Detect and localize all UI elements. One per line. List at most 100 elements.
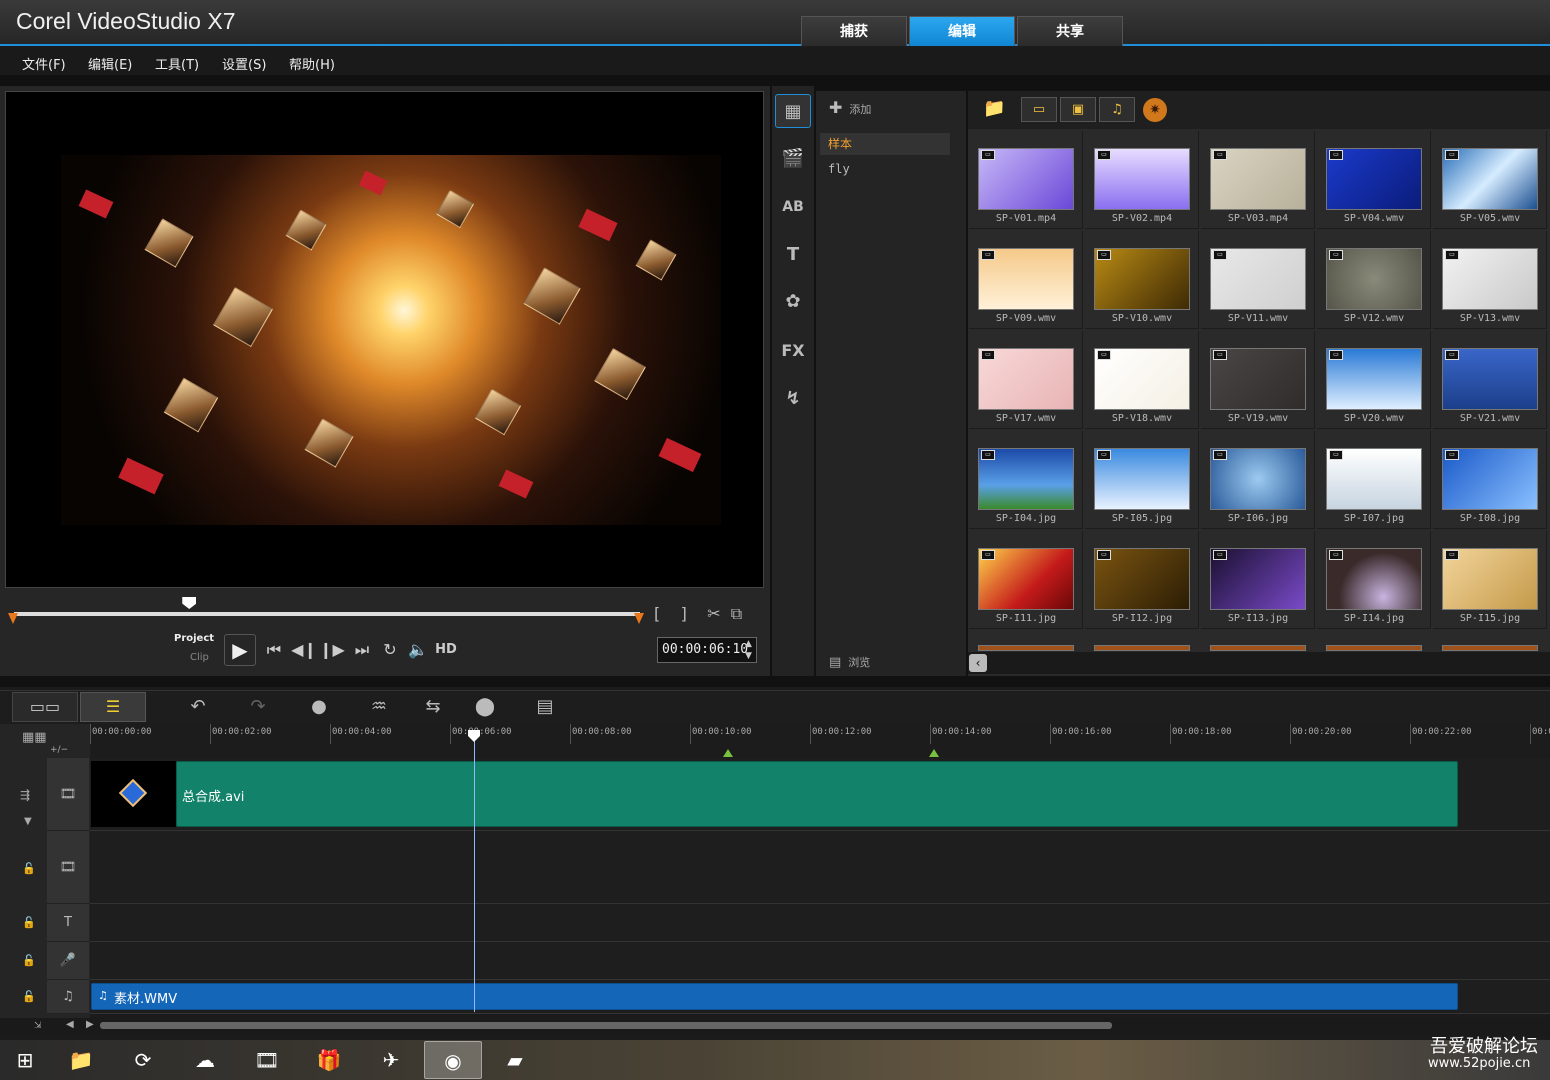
overlay-track-icon[interactable]: 🎞 (47, 831, 89, 904)
scroll-left-icon[interactable]: ‹ (969, 654, 987, 672)
instant-project-icon[interactable]: 🎬 (775, 142, 811, 176)
cloud-app-icon[interactable]: ☁ (176, 1041, 234, 1079)
go-to-start-icon[interactable]: ⏮ (260, 638, 288, 662)
menu-settings[interactable]: 设置(S) (222, 54, 266, 73)
add-folder-button[interactable]: ✚ 添加 (829, 98, 871, 117)
library-thumbnail[interactable]: ▭ SP-V09.wmv (969, 231, 1083, 329)
motion-tracking-icon[interactable]: ⬤ (470, 694, 500, 720)
redo-icon[interactable]: ↷ (243, 694, 273, 720)
timeline-scrollbar[interactable] (100, 1022, 1112, 1029)
auto-music-icon[interactable]: ⇆ (418, 694, 448, 720)
mode-clip[interactable]: Clip (190, 652, 209, 663)
repeat-icon[interactable]: ↻ (376, 638, 404, 662)
library-thumbnail[interactable]: ▭ SP-I11.jpg (969, 531, 1083, 629)
filter-video-icon[interactable]: ▭ (1021, 97, 1057, 122)
library-thumbnail[interactable]: ▭ SP-V12.wmv (1317, 231, 1431, 329)
library-thumbnail[interactable]: ▭ SP-I13.jpg (1201, 531, 1315, 629)
menu-help[interactable]: 帮助(H) (289, 54, 335, 73)
library-scrollbar[interactable] (968, 652, 1550, 674)
filter-audio-icon[interactable]: ♫ (1099, 97, 1135, 122)
library-thumbnail[interactable]: ▭ SP-V05.wmv (1433, 131, 1547, 229)
transition-icon[interactable]: AB (775, 190, 811, 224)
mark-out-button[interactable]: ] (681, 604, 687, 623)
fit-project-icon[interactable]: ⇲ (34, 1021, 42, 1031)
library-thumbnail[interactable]: ▭ SP-I07.jpg (1317, 431, 1431, 529)
library-thumbnail[interactable]: ▭ SP-I08.jpg (1433, 431, 1547, 529)
voice-track-icon[interactable]: 🎤 (47, 942, 89, 980)
library-thumbnail[interactable]: ▭ SP-V17.wmv (969, 331, 1083, 429)
timecode-stepper-icon[interactable]: ▲ ▼ (745, 638, 752, 662)
sound-mixer-icon[interactable]: ♒ (364, 694, 394, 720)
library-thumbnail[interactable]: ▭ SP-I05.jpg (1085, 431, 1199, 529)
video-track-icon[interactable]: 🎞 (47, 758, 89, 831)
voice-track[interactable] (90, 942, 1550, 980)
title-track-icon[interactable]: T (47, 904, 89, 942)
browse-button[interactable]: ▤ 浏览 (829, 654, 870, 670)
mark-in-button[interactable]: [ (654, 604, 660, 623)
lock-icon[interactable]: 🔓 (22, 862, 36, 875)
scrub-bar[interactable] (14, 612, 640, 616)
tab-capture[interactable]: 捕获 (801, 16, 907, 46)
filter-photo-icon[interactable]: ▣ (1060, 97, 1096, 122)
library-thumbnail[interactable]: ▭ SP-I12.jpg (1085, 531, 1199, 629)
lock-icon[interactable]: 🔓 (22, 990, 36, 1003)
folder-fly[interactable]: fly (820, 158, 950, 180)
menu-file[interactable]: 文件(F) (22, 54, 66, 73)
library-thumbnail[interactable]: ▭ SP-V20.wmv (1317, 331, 1431, 429)
next-frame-icon[interactable]: ❙▶ (318, 638, 346, 662)
library-thumbnail[interactable]: ▭ SP-V19.wmv (1201, 331, 1315, 429)
library-thumbnail[interactable]: ▭ SP-V10.wmv (1085, 231, 1199, 329)
library-thumbnail[interactable]: ▭ SP-V21.wmv (1433, 331, 1547, 429)
timecode-field[interactable]: 00:00:06:10 (657, 637, 757, 663)
play-button[interactable]: ▶ (224, 634, 256, 666)
media-library-icon[interactable]: ▦ (775, 94, 811, 128)
chevron-down-icon[interactable]: ▼ (24, 816, 32, 827)
notes-app-icon[interactable]: ▰ (486, 1041, 544, 1079)
tab-edit[interactable]: 编辑 (909, 16, 1015, 46)
timeline-view-icon[interactable]: ☰ (80, 692, 146, 722)
library-thumbnail[interactable]: ▭ SP-V04.wmv (1317, 131, 1431, 229)
volume-icon[interactable]: 🔈 (404, 638, 432, 662)
library-thumbnail[interactable]: ▭ SP-V02.mp4 (1085, 131, 1199, 229)
folder-samples[interactable]: 样本 (820, 133, 950, 155)
path-icon[interactable]: ↯ (775, 382, 811, 416)
record-capture-icon[interactable]: ● (304, 694, 334, 720)
windows-start-icon[interactable]: ⊞ (0, 1041, 50, 1079)
enlarge-preview-icon[interactable]: ⧉ (731, 604, 742, 623)
menu-tools[interactable]: 工具(T) (155, 54, 199, 73)
videostudio-app-icon[interactable]: ◉ (424, 1041, 482, 1079)
media-options-icon[interactable]: ✷ (1143, 98, 1167, 122)
video-clip[interactable] (176, 761, 1458, 827)
scroll-left-icon[interactable]: ◀ (66, 1019, 74, 1030)
library-thumbnail[interactable]: ▭ SP-I15.jpg (1433, 531, 1547, 629)
library-thumbnail[interactable]: ▭ SP-V01.mp4 (969, 131, 1083, 229)
gift-app-icon[interactable]: 🎁 (300, 1041, 358, 1079)
fx-filter-icon[interactable]: FX (775, 334, 811, 368)
playhead[interactable] (474, 730, 475, 1012)
split-clip-icon[interactable]: ✂ (707, 604, 720, 623)
mode-project[interactable]: Project (174, 633, 214, 644)
menu-edit[interactable]: 编辑(E) (88, 54, 132, 73)
library-thumbnail[interactable]: ▭ SP-V03.mp4 (1201, 131, 1315, 229)
music-clip[interactable] (91, 983, 1458, 1010)
music-track-icon[interactable]: ♫ (47, 980, 89, 1014)
lock-icon[interactable]: 🔓 (22, 954, 36, 967)
go-to-end-icon[interactable]: ⏭ (348, 638, 376, 662)
preview-window[interactable] (5, 91, 764, 588)
title-icon[interactable]: T (775, 238, 811, 272)
zoom-control[interactable]: +∕− (50, 745, 68, 755)
library-thumbnail[interactable]: ▭ SP-V11.wmv (1201, 231, 1315, 329)
lock-icon[interactable]: 🔓 (22, 916, 36, 929)
library-thumbnail[interactable]: ▭ SP-I04.jpg (969, 431, 1083, 529)
track-manager-icon[interactable]: ▦▦ (22, 730, 47, 745)
import-folder-icon[interactable]: 📁 (983, 98, 1005, 119)
library-thumbnail[interactable]: ▭ SP-I06.jpg (1201, 431, 1315, 529)
ripple-edit-icon[interactable]: ⇶ (20, 788, 30, 802)
update-app-icon[interactable]: ⟳ (114, 1041, 172, 1079)
overlay-track[interactable] (90, 831, 1550, 904)
scroll-right-icon[interactable]: ▶ (86, 1019, 94, 1030)
undo-icon[interactable]: ↶ (183, 694, 213, 720)
title-track[interactable] (90, 904, 1550, 942)
bird-app-icon[interactable]: ✈ (362, 1041, 420, 1079)
tab-share[interactable]: 共享 (1017, 16, 1123, 46)
